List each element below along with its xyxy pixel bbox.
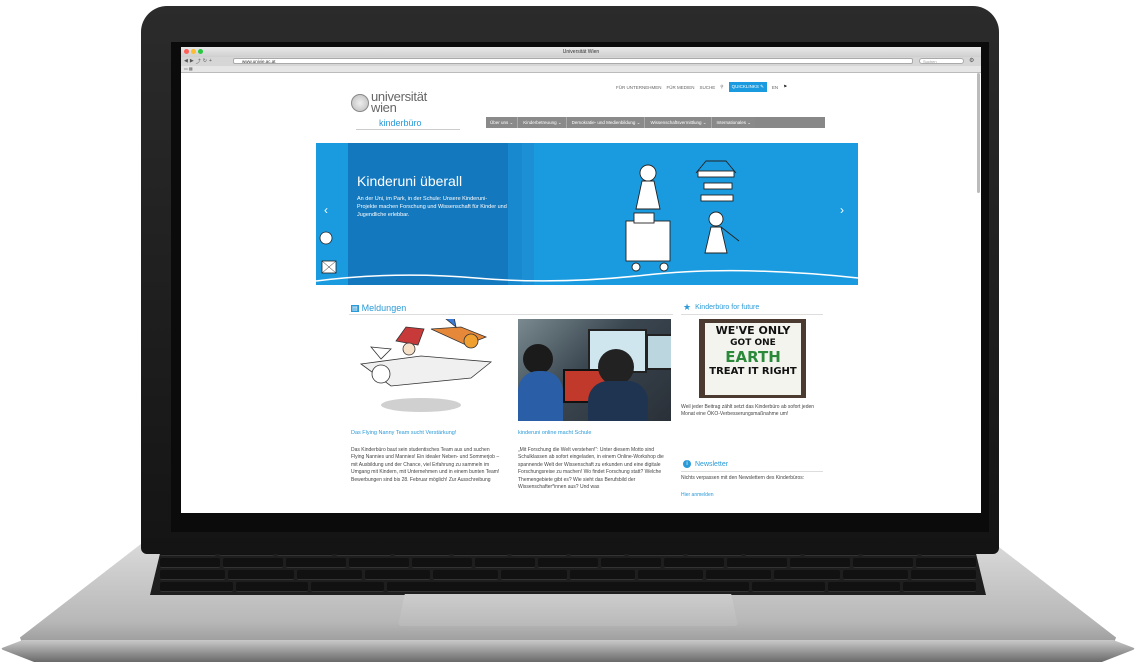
menu-item-kinderbetreuung[interactable]: Kinderbetreuung ⌄	[519, 117, 567, 128]
zoom-window-icon[interactable]	[198, 49, 203, 54]
child-body	[518, 371, 563, 421]
browser-window: Universität Wien ◀ ▶ ⤴ ↻ + www.univie.ac…	[181, 47, 981, 513]
menu-item-ueber-uns[interactable]: Über uns ⌄	[486, 117, 519, 128]
window-controls	[184, 49, 203, 54]
window-title: Universität Wien	[562, 49, 600, 55]
menu-label: Demokratie- und Medienbildung	[571, 120, 636, 125]
search-field[interactable]: Suchen	[919, 58, 964, 64]
poster-line: EARTH	[725, 348, 781, 366]
future-text: Weil jeder Beitrag zählt setzt das Kinde…	[681, 404, 815, 418]
monitor	[646, 334, 671, 370]
add-tab-icon[interactable]: +	[209, 58, 212, 65]
back-arrow-icon[interactable]: ◀	[184, 58, 188, 65]
logo-subtitle: kinderbüro	[379, 118, 422, 128]
flying-nanny-illustration[interactable]	[351, 319, 501, 414]
child-head	[523, 344, 553, 374]
hero-illustration	[316, 160, 858, 282]
browser-titlebar: Universität Wien	[181, 47, 981, 57]
logo-divider	[356, 129, 460, 130]
newsletter-heading-row: i Newsletter	[683, 460, 728, 468]
settings-gear-icon[interactable]: ⚙	[969, 57, 974, 64]
quicklinks-label: QUICKLINKS	[731, 84, 759, 89]
laptop-trackpad	[398, 594, 738, 626]
future-divider	[681, 314, 823, 315]
language-switch[interactable]: EN	[772, 85, 778, 90]
nav-link-unternehmen[interactable]: FÜR UNTERNEHMEN	[616, 85, 662, 90]
flag-icon: ⚑	[783, 84, 788, 89]
news-item-2-text: „Mit Forschung die Welt verstehen!“: Unt…	[518, 447, 664, 491]
university-logo[interactable]: universität wien	[371, 90, 427, 114]
news-heading-row: ▤ Meldungen	[351, 303, 406, 313]
top-navigation: FÜR UNTERNEHMEN FÜR MEDIEN SUCHE ⚲ QUICK…	[616, 82, 787, 92]
future-heading: Kinderbüro for future	[695, 304, 760, 311]
menu-item-internationales[interactable]: Internationales ⌄	[712, 117, 756, 128]
menu-label: Wissenschaftsvermittlung	[650, 120, 702, 125]
menu-label: Über uns	[490, 120, 509, 125]
news-item-1-text: Das Kinderbüro baut sein studentisches T…	[351, 447, 500, 483]
poster-line: TREAT IT RIGHT	[709, 366, 797, 377]
search-icon[interactable]: ⚲	[720, 84, 723, 90]
university-seal-icon	[351, 94, 369, 112]
close-window-icon[interactable]	[184, 49, 189, 54]
nav-link-suche[interactable]: SUCHE	[700, 85, 716, 90]
nav-link-medien[interactable]: FÜR MEDIEN	[667, 85, 695, 90]
newsletter-heading: Newsletter	[695, 460, 729, 468]
child-head	[598, 349, 634, 385]
news-heading: Meldungen	[361, 303, 407, 313]
search-placeholder: Suchen	[923, 59, 937, 64]
news-item-2-title[interactable]: kinderuni online macht Schule	[518, 430, 591, 436]
forward-arrow-icon[interactable]: ▶	[190, 58, 194, 65]
poster-line: WE'VE ONLY	[715, 324, 791, 337]
news-icon: ▤	[351, 304, 359, 312]
info-icon: i	[683, 460, 691, 468]
hero-slider: Kinderuni überall An der Uni, im Park, i…	[316, 143, 858, 285]
page-scrollbar[interactable]	[977, 73, 980, 193]
minimize-window-icon[interactable]	[191, 49, 196, 54]
news-item-1-title[interactable]: Das Flying Nanny Team sucht Verstärkung!	[351, 430, 456, 436]
child-body	[588, 381, 648, 421]
address-bar[interactable]: www.univie.ac.at	[233, 58, 913, 64]
laptop-base-edge	[0, 640, 1136, 662]
newsletter-text: Nichts verpassen mit den Newslettern des…	[681, 475, 805, 481]
quicklinks-button[interactable]: QUICKLINKS ✎	[728, 82, 767, 92]
menu-item-wissenschaftsvermittlung[interactable]: Wissenschaftsvermittlung ⌄	[646, 117, 712, 128]
menu-label: Internationales	[716, 120, 747, 125]
share-icon[interactable]: ⤴	[196, 58, 201, 65]
bookmarks-icon[interactable]: ▭ ▦	[184, 66, 193, 71]
future-heading-row: ★ Kinderbüro for future	[683, 302, 759, 313]
bookmarks-bar: ▭ ▦	[181, 66, 981, 73]
poster-text: WE'VE ONLY GOT ONE EARTH TREAT IT RIGHT	[707, 325, 799, 378]
main-menu: Über uns ⌄ Kinderbetreuung ⌄ Demokratie-…	[486, 117, 825, 128]
menu-item-demokratie[interactable]: Demokratie- und Medienbildung ⌄	[567, 117, 646, 128]
star-icon: ★	[683, 302, 692, 312]
newsletter-divider	[681, 471, 823, 472]
url-text: www.univie.ac.at	[242, 59, 276, 64]
news-divider	[349, 314, 673, 315]
newsletter-signup-link[interactable]: Hier anmelden	[681, 492, 714, 498]
reload-icon[interactable]: ↻	[203, 58, 207, 65]
menu-label: Kinderbetreuung	[523, 120, 557, 125]
kinderuni-online-photo[interactable]	[518, 319, 671, 421]
earth-poster-photo[interactable]: WE'VE ONLY GOT ONE EARTH TREAT IT RIGHT	[699, 319, 806, 398]
